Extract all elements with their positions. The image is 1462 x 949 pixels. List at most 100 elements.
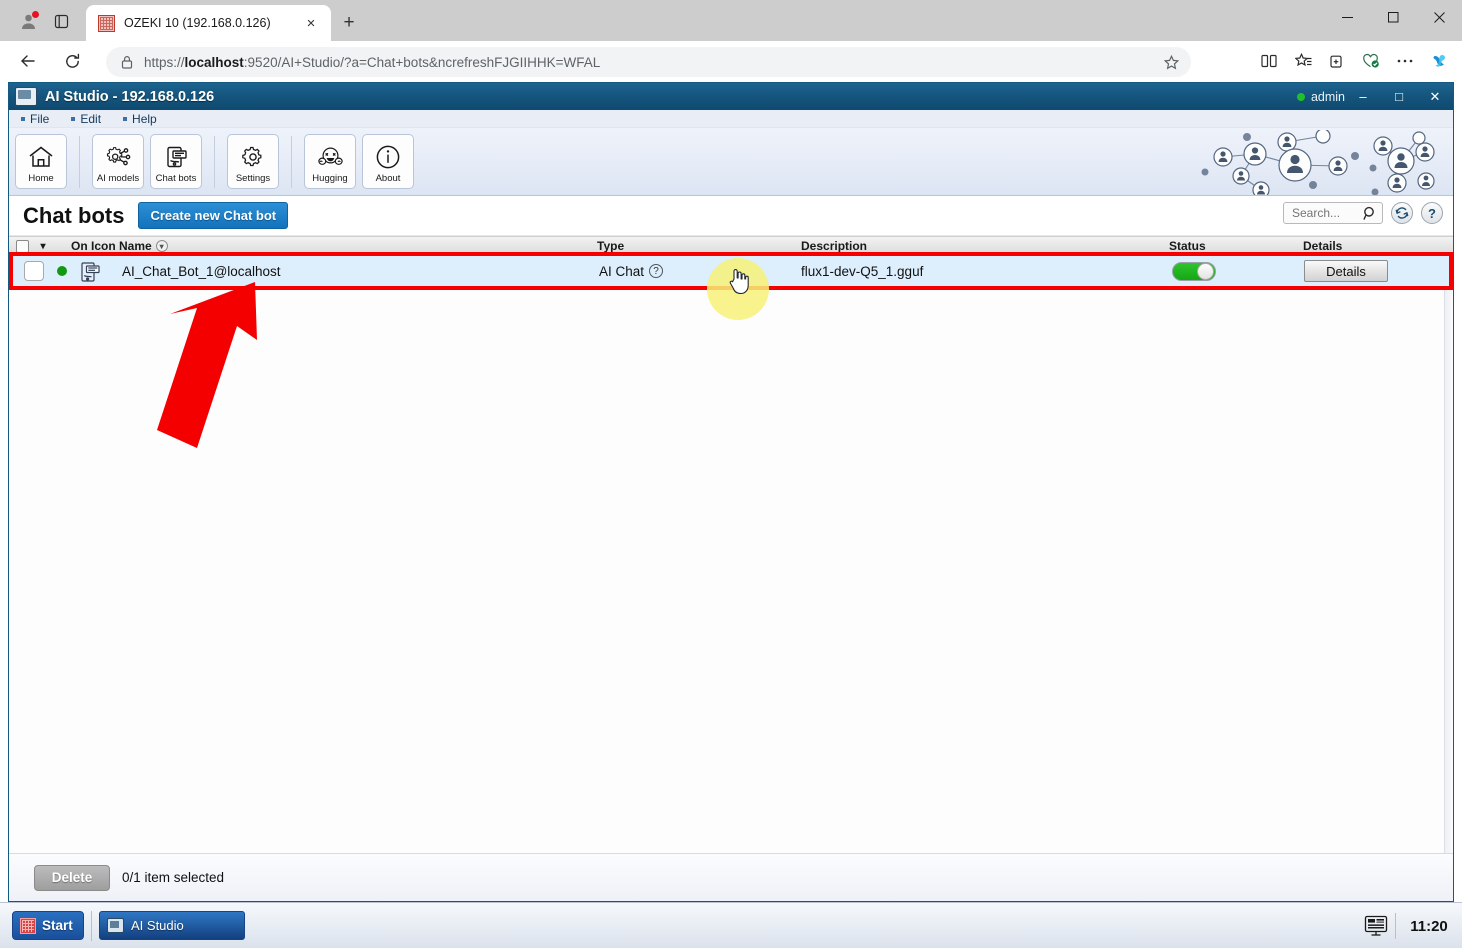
ribbon-separator	[79, 136, 80, 188]
bullet-icon	[21, 117, 25, 121]
close-icon[interactable]: ×	[299, 11, 323, 35]
app-title: AI Studio - 192.168.0.126	[45, 89, 214, 105]
show-desktop-icon[interactable]	[1357, 915, 1395, 937]
new-tab-button[interactable]: +	[336, 10, 362, 36]
cell-bot-name[interactable]: AI_Chat_Bot_1@localhost	[122, 264, 281, 279]
app-titlebar: AI Studio - 192.168.0.126 admin – □ ✕	[9, 83, 1453, 110]
create-new-chat-bot-button[interactable]: Create new Chat bot	[138, 202, 288, 229]
app-close-button[interactable]: ✕	[1417, 83, 1453, 110]
taskbar: Start AI Studio 11:20	[0, 902, 1462, 948]
copilot-icon[interactable]	[1422, 46, 1456, 76]
url-path: :9520/AI+Studio/?a=Chat+bots&ncrefreshFJ…	[244, 55, 600, 70]
hugging-face-icon	[317, 142, 344, 172]
start-label: Start	[42, 918, 73, 933]
ai-studio-icon	[15, 87, 37, 106]
app-minimize-button[interactable]: –	[1345, 83, 1381, 110]
profile-button[interactable]	[12, 8, 44, 34]
menu-file[interactable]: File	[21, 112, 49, 126]
tab-list-button[interactable]	[48, 9, 74, 33]
start-button[interactable]: Start	[12, 911, 84, 940]
column-header-description[interactable]: Description	[801, 239, 867, 253]
app-maximize-button[interactable]: □	[1381, 83, 1417, 110]
cell-details[interactable]: Details	[1304, 260, 1388, 282]
select-all-cell[interactable]	[9, 240, 35, 253]
tab-title: OZEKI 10 (192.168.0.126)	[124, 16, 299, 30]
collections-icon[interactable]	[1320, 46, 1354, 76]
taskbar-item-ai-studio[interactable]: AI Studio	[99, 911, 245, 940]
system-tray: 11:20	[1357, 903, 1462, 949]
taskbar-clock[interactable]: 11:20	[1396, 918, 1462, 935]
search-box[interactable]	[1283, 202, 1383, 224]
app-ribbon: Home AI models	[9, 128, 1453, 196]
row-select-cell[interactable]	[21, 261, 47, 281]
page-header: Chat bots Create new Chat bot ?	[9, 196, 1453, 236]
start-icon	[20, 918, 36, 934]
info-icon	[375, 142, 401, 172]
help-button[interactable]: ?	[1421, 202, 1443, 224]
ribbon-group-home: Home	[9, 132, 73, 192]
browser-tab[interactable]: OZEKI 10 (192.168.0.126) ×	[86, 5, 331, 41]
network-decoration	[1183, 130, 1443, 196]
ribbon-button-chat-bots[interactable]: Chat bots	[150, 134, 202, 189]
bullet-icon	[123, 117, 127, 121]
browser-toolbar-icons	[1252, 46, 1456, 76]
menu-file-label: File	[30, 112, 49, 126]
ribbon-group-settings: Settings	[221, 132, 285, 192]
ribbon-button-home[interactable]: Home	[15, 134, 67, 189]
browser-essentials-icon[interactable]	[1354, 46, 1388, 76]
reload-button[interactable]	[56, 45, 88, 77]
browser-minimize-button[interactable]	[1324, 0, 1370, 34]
browser-maximize-button[interactable]	[1370, 0, 1416, 34]
grid-header: ▾ On Icon Name ▾ Type Description Status…	[9, 236, 1453, 256]
search-icon	[1363, 206, 1377, 226]
address-bar[interactable]: https://localhost:9520/AI+Studio/?a=Chat…	[106, 47, 1191, 77]
user-badge[interactable]: admin	[1297, 90, 1345, 104]
chat-bot-icon	[79, 261, 99, 281]
ribbon-label-home: Home	[28, 173, 53, 184]
delete-button[interactable]: Delete	[34, 865, 110, 891]
details-button[interactable]: Details	[1304, 260, 1388, 282]
column-header-details[interactable]: Details	[1303, 239, 1342, 253]
red-arrow-annotation	[145, 278, 267, 463]
row-checkbox[interactable]	[24, 261, 44, 281]
help-icon[interactable]: ?	[649, 264, 663, 278]
chevron-down-icon[interactable]: ▾	[156, 240, 168, 252]
menu-help[interactable]: Help	[123, 112, 157, 126]
favorites-icon[interactable]	[1286, 46, 1320, 76]
url-text: https://localhost:9520/AI+Studio/?a=Chat…	[144, 55, 600, 70]
cell-status[interactable]	[1172, 262, 1216, 281]
refresh-button[interactable]	[1391, 202, 1413, 224]
status-toggle[interactable]	[1172, 262, 1216, 281]
browser-close-button[interactable]	[1416, 0, 1462, 34]
search-input[interactable]	[1290, 205, 1362, 221]
ribbon-button-about[interactable]: About	[362, 134, 414, 189]
vertical-scrollbar[interactable]	[1444, 256, 1452, 856]
ribbon-button-hugging[interactable]: Hugging	[304, 134, 356, 189]
menu-edit[interactable]: Edit	[71, 112, 101, 126]
column-header-status[interactable]: Status	[1169, 239, 1206, 253]
cell-bot-type: AI Chat ?	[599, 264, 663, 279]
ribbon-button-ai-models[interactable]: AI models	[92, 134, 144, 189]
column-header-name[interactable]: On Icon Name ▾	[71, 239, 168, 253]
column-header-name-label: On Icon Name	[71, 239, 152, 253]
taskbar-divider	[91, 911, 92, 941]
url-prefix: https://	[144, 55, 185, 70]
browser-window-controls	[1324, 0, 1462, 34]
select-all-checkbox[interactable]	[16, 240, 29, 253]
lock-icon	[116, 55, 138, 69]
ozeki-favicon	[98, 15, 115, 32]
split-screen-icon[interactable]	[1252, 46, 1286, 76]
ai-studio-icon	[107, 918, 124, 933]
back-button[interactable]	[12, 45, 44, 77]
selection-status-text: 0/1 item selected	[122, 870, 224, 885]
bookmark-star-icon[interactable]	[1159, 50, 1183, 74]
app-titlebar-right: admin – □ ✕	[1297, 83, 1453, 110]
cell-description: flux1-dev-Q5_1.gguf	[801, 264, 923, 279]
app-menubar: File Edit Help	[9, 110, 1453, 128]
ribbon-button-settings[interactable]: Settings	[227, 134, 279, 189]
gear-network-icon	[105, 142, 131, 172]
chevron-down-icon[interactable]: ▾	[35, 241, 51, 252]
column-header-type[interactable]: Type	[597, 239, 624, 253]
settings-more-icon[interactable]	[1388, 46, 1422, 76]
ribbon-label-settings: Settings	[236, 173, 270, 184]
